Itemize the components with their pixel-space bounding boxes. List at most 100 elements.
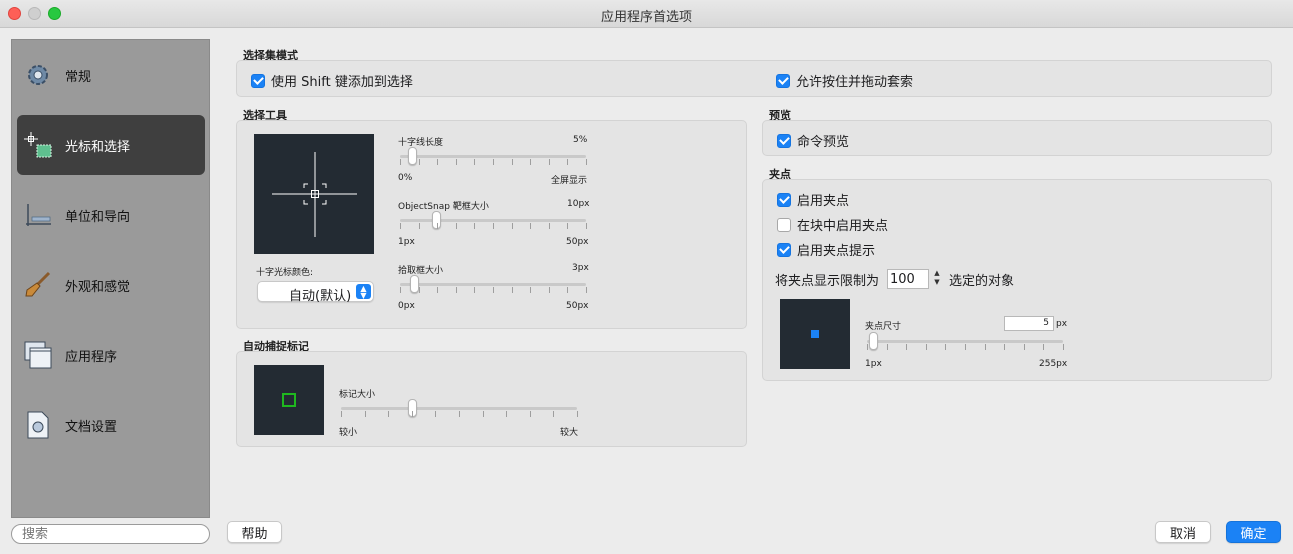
checkbox-checked[interactable] — [777, 242, 791, 257]
slider-tick — [341, 411, 342, 417]
slider-tick — [474, 287, 476, 293]
slider-track[interactable] — [400, 155, 586, 158]
slider-tick — [530, 223, 532, 229]
ruler-icon — [23, 200, 53, 230]
slider-track[interactable] — [400, 219, 586, 222]
grip-size-max: 255px — [1039, 359, 1068, 369]
slider-tick — [511, 223, 513, 229]
slider-tick — [400, 287, 401, 293]
use-shift-checkbox[interactable]: 使用 Shift 键添加到选择 — [251, 71, 413, 90]
checkbox-unchecked[interactable] — [777, 217, 791, 232]
slider-tick — [418, 159, 420, 165]
sidebar-item-document-settings[interactable]: 文档设置 — [17, 395, 205, 455]
slider-track[interactable] — [867, 340, 1063, 343]
checkbox-checked[interactable] — [777, 192, 791, 207]
slider-tick — [455, 159, 457, 165]
crosshair-length-label: 十字线长度 — [398, 138, 444, 148]
slider-tick — [506, 411, 508, 417]
grip-size-unit: px — [1056, 319, 1068, 329]
pickbox-size-min: 0px — [398, 301, 415, 311]
slider-tick — [511, 159, 513, 165]
slider-tick — [474, 159, 476, 165]
grip-limit-input[interactable]: 100 — [887, 269, 929, 289]
search-input[interactable] — [11, 524, 210, 544]
sidebar-item-label: 光标和选择 — [65, 139, 131, 155]
slider-tick — [530, 287, 532, 293]
sidebar: 常规 光标和选择 单位和导向 外观和感觉 应用程序 文档设置 — [11, 39, 210, 518]
sidebar-item-label: 常规 — [65, 69, 92, 85]
help-button[interactable]: 帮助 — [227, 521, 282, 543]
slider-tick — [455, 223, 457, 229]
slider-tick — [1004, 344, 1006, 350]
crosshair-selection-icon — [23, 130, 53, 160]
marker-size-min: 较小 — [339, 428, 358, 438]
drag-lasso-checkbox[interactable]: 允许按住并拖动套索 — [776, 71, 913, 90]
slider-tick — [886, 344, 888, 350]
checkbox-checked[interactable] — [251, 73, 265, 88]
sidebar-item-label: 文档设置 — [65, 419, 118, 435]
enable-grips-checkbox[interactable]: 启用夹点 — [777, 190, 849, 209]
slider-tick — [437, 223, 439, 229]
checkbox-label: 启用夹点 — [797, 194, 850, 209]
title-bar: 应用程序首选项 — [0, 0, 1293, 28]
slider-tick — [388, 411, 390, 417]
grip-limit-suffix: 选定的对象 — [949, 274, 1015, 289]
slider-tick — [493, 159, 494, 165]
crosshair-length-min: 0% — [398, 173, 413, 183]
checkbox-label: 在块中启用夹点 — [797, 219, 889, 234]
slider-thumb[interactable] — [408, 147, 417, 165]
slider-tick — [586, 287, 587, 293]
slider-tick — [437, 287, 439, 293]
slider-tick — [548, 287, 550, 293]
ok-button[interactable]: 确定 — [1226, 521, 1281, 543]
slider-tick — [548, 159, 550, 165]
slider-tick — [455, 287, 457, 293]
checkbox-checked[interactable] — [777, 133, 791, 148]
grip-tips-checkbox[interactable]: 启用夹点提示 — [777, 240, 875, 259]
sidebar-item-general[interactable]: 常规 — [17, 45, 205, 105]
slider-track[interactable] — [341, 407, 577, 410]
slider-tick — [567, 223, 569, 229]
sidebar-item-application[interactable]: 应用程序 — [17, 325, 205, 385]
checkbox-checked[interactable] — [776, 73, 790, 88]
objectsnap-size-label: ObjectSnap 靶框大小 — [398, 202, 489, 212]
sidebar-item-cursor-selection[interactable]: 光标和选择 — [17, 115, 205, 175]
slider-tick — [984, 344, 986, 350]
slider-tick — [965, 344, 966, 350]
slider-thumb[interactable] — [869, 332, 878, 350]
slider-tick — [945, 344, 947, 350]
slider-tick — [529, 411, 531, 417]
grips-in-blocks-checkbox[interactable]: 在块中启用夹点 — [777, 215, 888, 234]
slider-tick — [553, 411, 555, 417]
marker-size-max: 较大 — [560, 428, 579, 438]
sidebar-item-units-guides[interactable]: 单位和导向 — [17, 185, 205, 245]
slider-tick — [400, 159, 401, 165]
grip-size-input[interactable]: 5 — [1004, 316, 1054, 331]
slider-track[interactable] — [400, 283, 586, 286]
slider-tick — [511, 287, 513, 293]
slider-tick — [530, 159, 532, 165]
marker-size-label: 标记大小 — [339, 390, 376, 400]
grip-limit-stepper[interactable]: ▲ ▼ — [931, 269, 943, 289]
sidebar-item-appearance[interactable]: 外观和感觉 — [17, 255, 205, 315]
checkbox-label: 允许按住并拖动套索 — [796, 75, 914, 90]
slider-tick — [400, 223, 401, 229]
objectsnap-size-min: 1px — [398, 237, 415, 247]
command-preview-checkbox[interactable]: 命令预览 — [777, 131, 849, 150]
checkbox-label: 启用夹点提示 — [797, 244, 876, 259]
slider-tick — [459, 411, 460, 417]
pickbox-size-label: 拾取框大小 — [398, 266, 444, 276]
grip-preview — [780, 299, 850, 369]
slider-tick — [867, 344, 868, 350]
cursor-color-select[interactable]: 自动(默认) ▲ ▼ — [257, 281, 374, 304]
slider-tick — [482, 411, 484, 417]
sidebar-item-label: 应用程序 — [65, 349, 118, 365]
crosshair-length-value: 5% — [573, 135, 588, 145]
chevron-updown-icon: ▲ ▼ — [356, 284, 371, 300]
slider-tick — [437, 159, 439, 165]
slider-tick — [1063, 344, 1064, 350]
slider-tick — [586, 223, 587, 229]
cursor-color-label: 十字光标颜色: — [256, 268, 314, 278]
cancel-button[interactable]: 取消 — [1155, 521, 1211, 543]
sidebar-item-label: 外观和感觉 — [65, 279, 131, 295]
